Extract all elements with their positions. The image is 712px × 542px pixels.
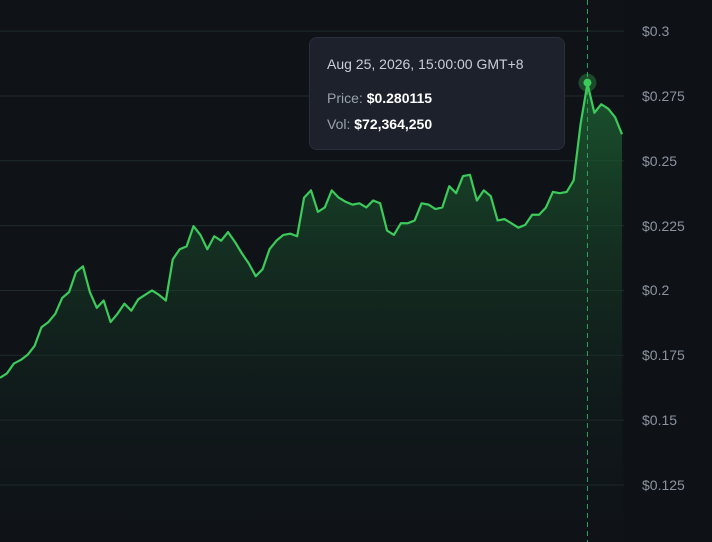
y-tick-label: $0.125: [642, 476, 685, 493]
price-tooltip: Aug 25, 2026, 15:00:00 GMT+8 Price: $0.2…: [309, 37, 565, 150]
tooltip-vol-value: $72,364,250: [354, 116, 433, 132]
y-tick-label: $0.15: [642, 412, 678, 429]
tooltip-price-row: Price: $0.280115: [327, 90, 547, 106]
tooltip-vol-row: Vol: $72,364,250: [327, 116, 547, 132]
y-tick-label: $0.275: [642, 87, 685, 104]
price-chart[interactable]: $0.3 $0.275 $0.25 $0.225 $0.2 $0.175 $0.15 $0.1…: [0, 0, 712, 542]
tooltip-price-value: $0.280115: [366, 90, 433, 106]
y-tick-label: $0.175: [642, 347, 685, 364]
tooltip-vol-label: Vol:: [327, 116, 355, 132]
right-axis-panel: [624, 0, 712, 542]
y-tick-label: $0.3: [642, 23, 670, 40]
y-tick-label: $0.25: [642, 152, 678, 169]
y-tick-label: $0.2: [642, 282, 670, 299]
tooltip-date: Aug 25, 2026, 15:00:00 GMT+8: [327, 56, 524, 72]
tooltip-price-label: Price:: [327, 90, 367, 106]
highlight-point[interactable]: [583, 78, 592, 87]
y-tick-label: $0.225: [642, 217, 685, 234]
price-area-fill: [0, 83, 622, 542]
